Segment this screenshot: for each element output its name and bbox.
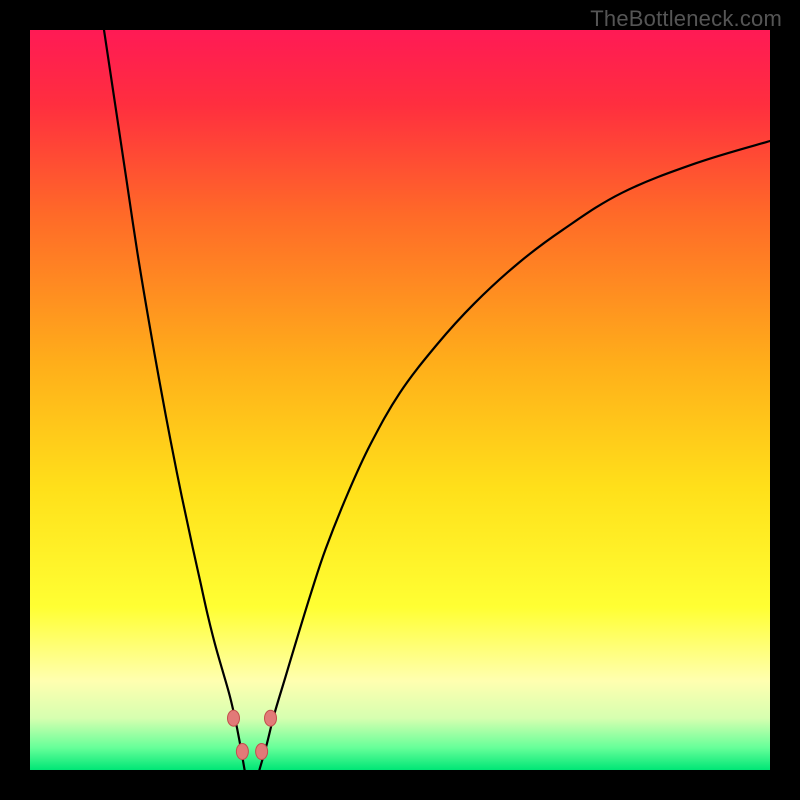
marker-0 [228, 710, 240, 726]
chart-frame: TheBottleneck.com [0, 0, 800, 800]
plot-area [30, 30, 770, 770]
marker-1 [265, 710, 277, 726]
marker-2 [236, 744, 248, 760]
marker-3 [256, 744, 268, 760]
watermark-text: TheBottleneck.com [590, 6, 782, 32]
bottleneck-chart [30, 30, 770, 770]
gradient-background [30, 30, 770, 770]
